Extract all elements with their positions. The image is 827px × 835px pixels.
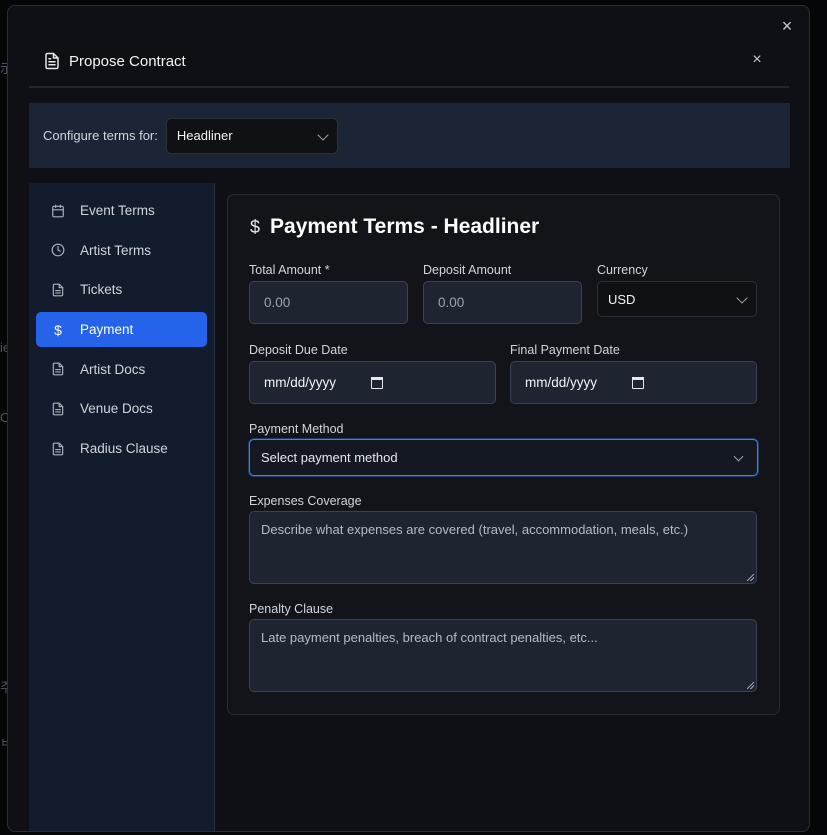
payment-terms-title: Payment Terms - Headliner [270, 215, 540, 238]
sidebar-item-artist-terms[interactable]: Artist Terms [36, 233, 207, 268]
sidebar-item-event-terms[interactable]: Event Terms [36, 193, 207, 228]
penalty-clause-textarea[interactable]: Late payment penalties, breach of contra… [249, 619, 757, 692]
payment-terms-heading: $ Payment Terms - Headliner [250, 215, 539, 239]
chevron-down-icon [736, 292, 748, 304]
propose-contract-dialog: × Propose Contract × Configure terms for… [7, 5, 810, 832]
sidebar-item-venue-docs[interactable]: Venue Docs [36, 391, 207, 426]
penalty-clause-label: Penalty Clause [249, 602, 334, 616]
deposit-amount-placeholder: 0.00 [438, 295, 465, 310]
total-amount-input[interactable]: 0.00 [249, 281, 408, 324]
clock-icon [50, 242, 66, 258]
calendar-icon[interactable] [371, 377, 383, 389]
expenses-coverage-label: Expenses Coverage [249, 494, 362, 508]
expenses-coverage-textarea[interactable]: Describe what expenses are covered (trav… [249, 511, 757, 584]
close-button[interactable]: × [747, 50, 767, 70]
currency-label: Currency [597, 263, 648, 277]
resize-handle-icon[interactable] [747, 682, 754, 689]
deposit-amount-input[interactable]: 0.00 [423, 281, 582, 324]
sidebar-item-label: Payment [80, 322, 134, 338]
payment-method-value: Select payment method [261, 450, 398, 465]
document-icon [50, 441, 66, 457]
role-select[interactable]: Headliner [165, 117, 338, 154]
final-payment-date-input[interactable]: mm/dd/yyyy [510, 361, 757, 404]
sidebar-item-label: Artist Docs [80, 361, 146, 377]
sidebar-item-label: Event Terms [80, 203, 155, 218]
sidebar-item-label: Tickets [80, 282, 123, 298]
document-icon [50, 401, 66, 417]
currency-select[interactable]: USD [597, 281, 757, 317]
final-payment-date-value: mm/dd/yyyy [525, 375, 598, 390]
chevron-down-icon [317, 128, 329, 141]
document-icon [45, 52, 59, 70]
currency-value: USD [608, 291, 636, 307]
deposit-amount-label: Deposit Amount [423, 263, 512, 277]
dialog-title: Propose Contract [69, 52, 186, 70]
calendar-icon[interactable] [632, 377, 644, 389]
configure-terms-label: Configure terms for: [43, 128, 158, 143]
deposit-due-date-label: Deposit Due Date [249, 343, 348, 357]
deposit-due-date-value: mm/dd/yyyy [264, 375, 337, 390]
resize-handle-icon[interactable] [747, 574, 754, 581]
payment-method-select[interactable]: Select payment method [249, 439, 758, 476]
document-icon [50, 282, 66, 298]
calendar-icon [50, 203, 66, 219]
dollar-icon: $ [54, 321, 62, 338]
final-payment-date-label: Final Payment Date [510, 343, 620, 357]
sidebar-item-radius-clause[interactable]: Radius Clause [36, 431, 207, 466]
deposit-due-date-input[interactable]: mm/dd/yyyy [249, 361, 496, 404]
penalty-clause-placeholder: Late payment penalties, breach of contra… [261, 630, 598, 645]
configure-terms-bar: Configure terms for: Headliner [29, 103, 790, 168]
role-select-value: Headliner [176, 128, 233, 143]
payment-terms-card: $ Payment Terms - Headliner Total Amount… [227, 194, 780, 715]
total-amount-placeholder: 0.00 [264, 295, 291, 310]
sidebar-item-payment[interactable]: $ Payment [36, 312, 207, 348]
sidebar-item-label: Radius Clause [80, 441, 168, 457]
dialog-header: Propose Contract × [29, 36, 789, 88]
dialog-close-button[interactable]: × [777, 16, 797, 36]
sidebar-item-label: Artist Terms [80, 242, 152, 258]
sidebar-item-artist-docs[interactable]: Artist Docs [36, 352, 207, 387]
payment-method-label: Payment Method [249, 422, 344, 436]
total-amount-label: Total Amount * [249, 263, 330, 277]
chevron-down-icon [733, 451, 744, 461]
terms-sidebar: Event Terms Artist Terms Tickets $ Payme… [29, 183, 215, 831]
sidebar-item-label: Venue Docs [80, 401, 153, 417]
dollar-icon: $ [250, 216, 261, 237]
document-icon [50, 361, 66, 377]
sidebar-item-tickets[interactable]: Tickets [36, 272, 207, 307]
expenses-coverage-placeholder: Describe what expenses are covered (trav… [261, 522, 689, 537]
